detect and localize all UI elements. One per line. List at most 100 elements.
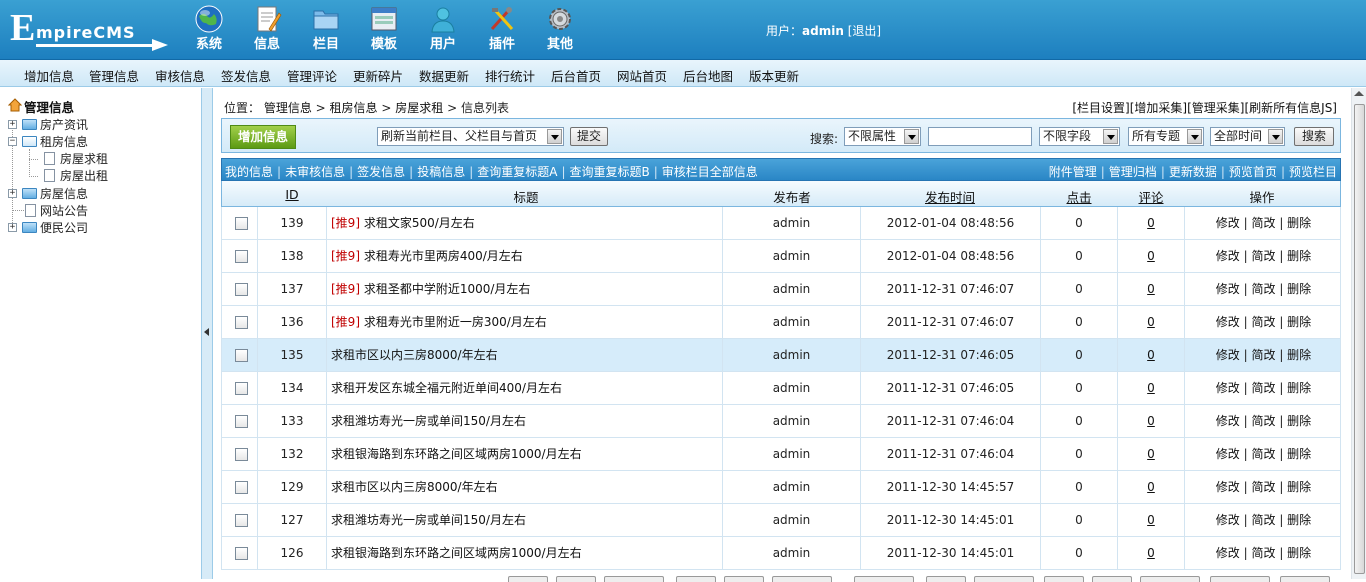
menu-admin-map[interactable]: 后台地图	[683, 66, 733, 85]
edit-link[interactable]: 修改	[1216, 348, 1240, 362]
menu-sign-info[interactable]: 签发信息	[221, 66, 271, 85]
delete-link[interactable]: 删除	[1287, 480, 1311, 494]
menu-data-update[interactable]: 数据更新	[419, 66, 469, 85]
comments-link[interactable]: 0	[1147, 513, 1155, 527]
comments-link[interactable]: 0	[1147, 447, 1155, 461]
comments-link[interactable]: 0	[1147, 546, 1155, 560]
comments-link[interactable]: 0	[1147, 381, 1155, 395]
quick-edit-link[interactable]: 简改	[1251, 381, 1275, 395]
info-title-link[interactable]: 求租潍坊寿光一房或单间150/月左右	[331, 414, 526, 428]
nav-other[interactable]: 其他	[536, 4, 584, 56]
link-preview-home[interactable]: 预览首页	[1229, 165, 1277, 179]
nav-plugin[interactable]: 插件	[478, 4, 526, 56]
expand-icon[interactable]: +	[8, 223, 17, 232]
edit-link[interactable]: 修改	[1216, 315, 1240, 329]
collapse-arrow-icon[interactable]	[204, 328, 209, 336]
logout-link[interactable]: [退出]	[848, 24, 881, 38]
link-preview-column[interactable]: 预览栏目	[1289, 165, 1337, 179]
manage-collect-link[interactable]: [管理采集]	[1187, 101, 1244, 115]
refresh-js-link[interactable]: [刷新所有信息JS]	[1244, 101, 1337, 115]
delete-link[interactable]: 删除	[1287, 282, 1311, 296]
delete-link[interactable]: 删除	[1287, 381, 1311, 395]
quick-edit-link[interactable]: 简改	[1251, 513, 1275, 527]
row-checkbox[interactable]	[235, 382, 248, 395]
delete-link[interactable]: 删除	[1287, 447, 1311, 461]
header-publish-time[interactable]: 发布时间	[860, 187, 1040, 206]
info-title-link[interactable]: 求租银海路到东环路之间区域两房1000/月左右	[331, 447, 582, 461]
edit-link[interactable]: 修改	[1216, 546, 1240, 560]
sidebar-splitter[interactable]	[202, 88, 213, 579]
info-title-link[interactable]: 求租圣都中学附近1000/月左右	[364, 282, 531, 296]
breadcrumb-rental-info[interactable]: 租房信息	[330, 101, 378, 115]
link-submissions[interactable]: 投稿信息	[417, 165, 465, 179]
add-info-button[interactable]: 增加信息	[230, 125, 296, 149]
menu-ranking-stats[interactable]: 排行统计	[485, 66, 535, 85]
link-signed[interactable]: 签发信息	[357, 165, 405, 179]
comments-link[interactable]: 0	[1147, 249, 1155, 263]
row-checkbox[interactable]	[235, 448, 248, 461]
vertical-scrollbar[interactable]	[1351, 88, 1366, 579]
submit-button[interactable]: 提交	[570, 127, 608, 146]
comments-link[interactable]: 0	[1147, 414, 1155, 428]
delete-link[interactable]: 删除	[1287, 315, 1311, 329]
row-checkbox[interactable]	[235, 481, 248, 494]
row-checkbox[interactable]	[235, 349, 248, 362]
tree-item-site-notice[interactable]: 网站公告	[8, 202, 198, 219]
info-title-link[interactable]: 求租开发区东城全福元附近单间400/月左右	[331, 381, 562, 395]
delete-link[interactable]: 删除	[1287, 546, 1311, 560]
menu-add-info[interactable]: 增加信息	[24, 66, 74, 85]
scrollbar-thumb[interactable]	[1354, 104, 1365, 574]
tree-item-house-for-rent[interactable]: 房屋出租	[38, 167, 188, 184]
row-checkbox[interactable]	[235, 316, 248, 329]
scroll-up-icon[interactable]	[1354, 91, 1364, 96]
edit-link[interactable]: 修改	[1216, 414, 1240, 428]
menu-site-home[interactable]: 网站首页	[617, 66, 667, 85]
edit-link[interactable]: 修改	[1216, 216, 1240, 230]
nav-info[interactable]: 信息	[243, 4, 291, 56]
nav-system[interactable]: 系统	[185, 4, 233, 56]
link-review-all[interactable]: 审核栏目全部信息	[662, 165, 758, 179]
tree-item-house-info[interactable]: + 房屋信息	[8, 185, 198, 202]
info-title-link[interactable]: 求租市区以内三房8000/年左右	[331, 348, 498, 362]
edit-link[interactable]: 修改	[1216, 447, 1240, 461]
info-title-link[interactable]: 求租寿光市里附近一房300/月左右	[364, 315, 547, 329]
search-button[interactable]: 搜索	[1294, 127, 1334, 146]
row-checkbox[interactable]	[235, 250, 248, 263]
row-checkbox[interactable]	[235, 283, 248, 296]
edit-link[interactable]: 修改	[1216, 249, 1240, 263]
topic-select[interactable]: 所有专题	[1128, 127, 1204, 146]
refresh-scope-select[interactable]: 刷新当前栏目、父栏目与首页	[377, 127, 564, 146]
tree-item-real-estate-news[interactable]: + 房产资讯	[8, 116, 198, 133]
link-my-info[interactable]: 我的信息	[225, 165, 273, 179]
info-title-link[interactable]: 求租市区以内三房8000/年左右	[331, 480, 498, 494]
row-checkbox[interactable]	[235, 547, 248, 560]
info-title-link[interactable]: 求租寿光市里两房400/月左右	[364, 249, 523, 263]
edit-link[interactable]: 修改	[1216, 381, 1240, 395]
menu-review-info[interactable]: 审核信息	[155, 66, 205, 85]
breadcrumb-manage-info[interactable]: 管理信息	[264, 101, 312, 115]
edit-link[interactable]: 修改	[1216, 282, 1240, 296]
comments-link[interactable]: 0	[1147, 348, 1155, 362]
delete-link[interactable]: 删除	[1287, 249, 1311, 263]
menu-manage-comments[interactable]: 管理评论	[287, 66, 337, 85]
quick-edit-link[interactable]: 简改	[1251, 249, 1275, 263]
attribute-select[interactable]: 不限属性	[844, 127, 921, 146]
tree-item-rental-info[interactable]: − 租房信息	[8, 133, 198, 150]
info-title-link[interactable]: 求租潍坊寿光一房或单间150/月左右	[331, 513, 526, 527]
link-archive[interactable]: 管理归档	[1109, 165, 1157, 179]
quick-edit-link[interactable]: 简改	[1251, 447, 1275, 461]
nav-column[interactable]: 栏目	[302, 4, 350, 56]
nav-template[interactable]: 模板	[360, 4, 408, 56]
quick-edit-link[interactable]: 简改	[1251, 348, 1275, 362]
collapse-icon[interactable]: −	[8, 137, 17, 146]
search-input[interactable]	[928, 127, 1032, 146]
edit-link[interactable]: 修改	[1216, 480, 1240, 494]
edit-link[interactable]: 修改	[1216, 513, 1240, 527]
add-collect-link[interactable]: [增加采集]	[1130, 101, 1187, 115]
quick-edit-link[interactable]: 简改	[1251, 546, 1275, 560]
header-id[interactable]: ID	[257, 187, 327, 202]
row-checkbox[interactable]	[235, 415, 248, 428]
quick-edit-link[interactable]: 简改	[1251, 414, 1275, 428]
delete-link[interactable]: 删除	[1287, 414, 1311, 428]
menu-update-fragments[interactable]: 更新碎片	[353, 66, 403, 85]
